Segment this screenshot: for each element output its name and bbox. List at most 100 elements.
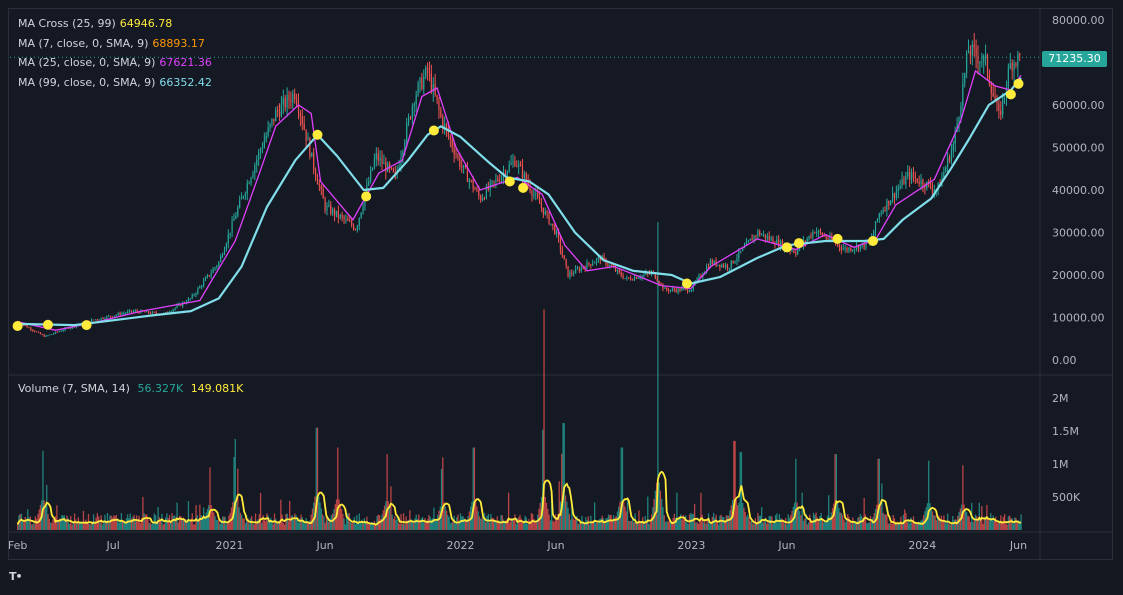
tradingview-logo-icon: 𝗧• [9, 570, 23, 583]
candle-body [897, 188, 899, 192]
candle-body [497, 179, 499, 181]
volume-bar [823, 522, 825, 530]
volume-bar [148, 523, 150, 530]
candle-body [375, 153, 377, 160]
candle-body [30, 327, 32, 330]
volume-bar [726, 515, 729, 530]
volume-bar [564, 495, 567, 530]
candle-body [472, 180, 474, 189]
volume-bar [244, 523, 247, 530]
volume-bar [783, 523, 786, 530]
candle-body [677, 288, 679, 292]
volume-bar [797, 506, 800, 530]
candle-body [146, 311, 148, 313]
volume-bar [197, 520, 200, 530]
volume-bar [721, 516, 724, 530]
volume-bar [268, 522, 271, 530]
volume-bar [29, 516, 31, 530]
volume-bar [869, 515, 872, 530]
candle-body [463, 165, 465, 168]
volume-legend[interactable]: Volume (7, SMA, 14) 56.327K 149.081K [18, 382, 243, 395]
tradingview-brand[interactable]: 𝗧• [9, 569, 25, 583]
candle-body [32, 329, 34, 331]
volume-bar [1001, 523, 1003, 530]
candle-body [147, 311, 150, 313]
candle-body [221, 254, 224, 256]
legend-ma99-label: MA (99, close, 0, SMA, 9) [18, 75, 156, 89]
volume-bar [497, 522, 500, 530]
volume-bar [151, 524, 153, 530]
volume-bar [568, 514, 570, 530]
volume-bar [424, 518, 426, 530]
candle-body [92, 319, 95, 321]
volume-bar [795, 458, 797, 530]
volume-bar [328, 521, 330, 530]
volume-bar [285, 514, 287, 530]
volume-bar [389, 505, 391, 530]
volume-bar [724, 522, 726, 530]
volume-bar [163, 523, 166, 530]
candle-body [554, 225, 556, 234]
candle-body [571, 272, 573, 274]
volume-bar [266, 513, 268, 530]
volume-bar [700, 492, 702, 530]
volume-bar [381, 514, 383, 530]
volume-bar [853, 522, 855, 530]
volume-bar [819, 516, 821, 530]
legend-ma7[interactable]: MA (7, close, 0, SMA, 9) 68893.17 [18, 34, 212, 54]
candle-body [407, 116, 410, 124]
volume-bar [251, 515, 253, 530]
volume-bar [904, 509, 906, 530]
volume-bar [706, 519, 708, 530]
candle-body [711, 260, 713, 265]
volume-bar [353, 517, 355, 530]
volume-bar [988, 520, 991, 530]
volume-bar [643, 524, 645, 530]
ma25-line [17, 69, 1022, 331]
volume-bar [30, 524, 33, 530]
volume-bar [1015, 517, 1017, 530]
price-tick-label: 60000.00 [1052, 99, 1105, 112]
volume-legend-sma-value: 149.081K [190, 382, 244, 395]
legend-ma-cross[interactable]: MA Cross (25, 99) 64946.78 [18, 14, 212, 34]
time-tick-label: Jun [777, 539, 795, 552]
volume-bar [939, 520, 941, 530]
volume-bar [466, 520, 468, 530]
volume-bar [633, 522, 635, 530]
candle-body [616, 269, 618, 272]
candle-body [235, 215, 237, 219]
volume-bar [686, 522, 688, 530]
candle-body [740, 250, 742, 252]
volume-bar [223, 516, 225, 530]
volume-bar [445, 510, 448, 530]
candle-body [316, 177, 319, 185]
candle-body [874, 221, 877, 232]
price-tick-label: 40000.00 [1052, 184, 1105, 197]
price-tick-label: 20000.00 [1052, 269, 1105, 282]
legend-ma7-label: MA (7, close, 0, SMA, 9) [18, 36, 149, 50]
volume-bar [337, 447, 339, 530]
candle-body [277, 110, 279, 112]
legend-ma25[interactable]: MA (25, close, 0, SMA, 9) 67621.36 [18, 53, 212, 73]
candle-body [819, 230, 822, 233]
volume-bar [804, 518, 806, 530]
volume-bar [146, 514, 148, 530]
candle-body [411, 106, 413, 119]
volume-bar [826, 515, 829, 530]
volume-tick-label: 1.5M [1052, 425, 1079, 438]
candle-body [816, 232, 818, 234]
candle-body [37, 331, 40, 333]
volume-bar [963, 504, 965, 530]
volume-bar [435, 519, 438, 530]
legend-ma99[interactable]: MA (99, close, 0, SMA, 9) 66352.42 [18, 73, 212, 93]
volume-bar [626, 499, 629, 530]
volume-bar [563, 423, 565, 530]
candle-body [510, 162, 512, 165]
volume-bar [149, 522, 152, 530]
volume-bar [916, 524, 918, 530]
candle-body [94, 319, 97, 321]
volume-bar [225, 523, 228, 530]
volume-bar [595, 522, 597, 530]
volume-bar [135, 515, 138, 530]
candle-body [339, 214, 341, 218]
